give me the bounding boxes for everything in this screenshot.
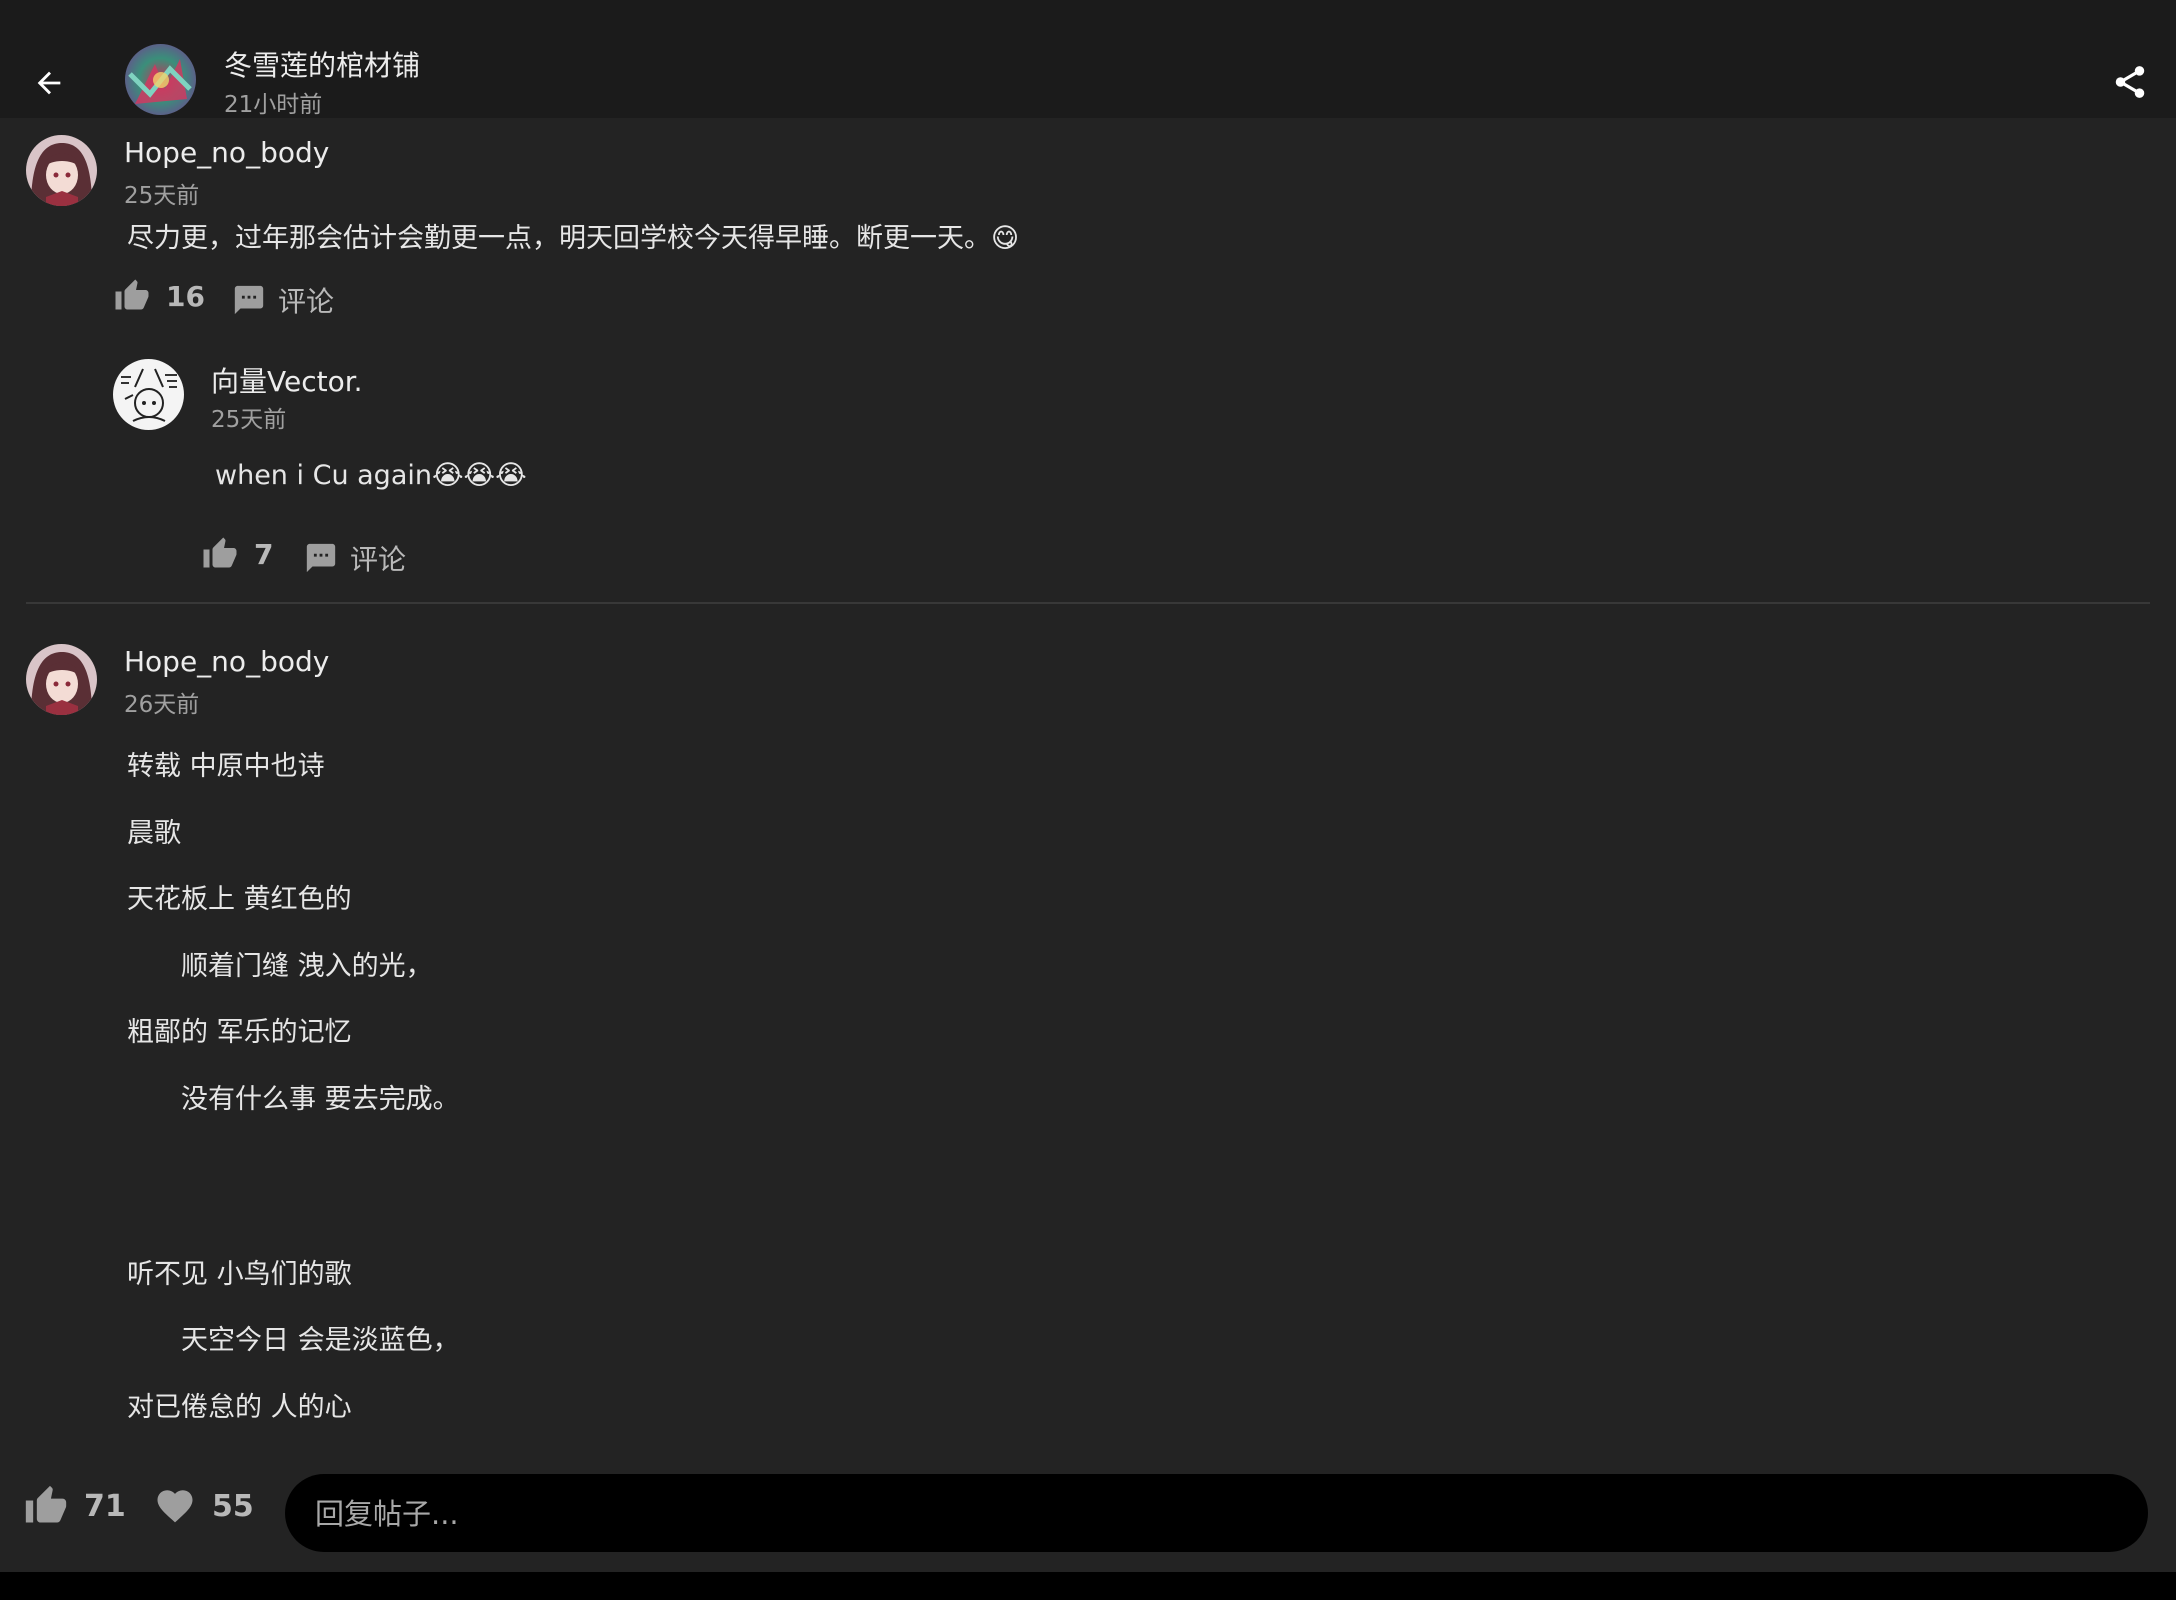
reply-like-button[interactable]: 7: [202, 536, 273, 572]
comment-time: 25天前: [124, 183, 200, 209]
poem-line: 听不见 小鸟们的歌: [127, 1259, 352, 1290]
post-time: 21小时前: [224, 92, 323, 118]
comment-divider: [26, 602, 2150, 604]
reply-time: 25天前: [211, 407, 287, 433]
author-avatar[interactable]: [125, 44, 196, 115]
heart-icon: [157, 1490, 193, 1523]
comment-time: 26天前: [124, 692, 200, 718]
comment-icon: [306, 543, 336, 573]
share-icon: [2115, 66, 2145, 98]
top-bar: 冬雪莲的棺材铺 21小时前: [0, 0, 2176, 118]
poem-line: 转载 中原中也诗: [127, 751, 325, 782]
commenter-name[interactable]: Hope_no_body: [124, 645, 329, 678]
poem-line: 没有什么事 要去完成。: [181, 1084, 460, 1115]
poem-line: 晨歌: [127, 818, 181, 849]
reply-comment-button[interactable]: 评论: [304, 538, 406, 578]
back-button[interactable]: [22, 56, 76, 110]
poem-line: 粗鄙的 军乐的记忆: [127, 1017, 352, 1048]
reply-avatar[interactable]: [113, 359, 184, 430]
post-like-count: 71: [84, 1488, 126, 1524]
post-detail-screen: 冬雪莲的棺材铺 21小时前 Hope_no_body 25天前 尽力更，过年那会…: [0, 0, 2176, 1600]
comment-label: 评论: [278, 285, 335, 318]
post-author-name[interactable]: 冬雪莲的棺材铺: [224, 44, 420, 84]
system-nav-bar: [0, 1572, 2176, 1600]
poem-line: 顺着门缝 洩入的光，: [181, 951, 433, 982]
back-arrow-icon: [37, 71, 61, 95]
share-button[interactable]: [2106, 58, 2154, 106]
reply-author-name[interactable]: 向量Vector.: [211, 360, 363, 400]
post-like-button[interactable]: 71: [24, 1484, 126, 1528]
commenter-avatar[interactable]: [26, 135, 97, 206]
poem-line: 天花板上 黄红色的: [127, 884, 352, 915]
commenter-name[interactable]: Hope_no_body: [124, 136, 329, 169]
poem-line: 对已倦怠的 人的心: [127, 1392, 352, 1423]
comment-label: 评论: [350, 543, 407, 576]
reply-input[interactable]: [313, 1474, 2117, 1554]
reply-text: when i Cu again😭😭😭: [215, 460, 527, 491]
reply-like-count: 7: [254, 537, 274, 571]
comment-reply-button[interactable]: 评论: [232, 280, 334, 320]
comment-text: 尽力更，过年那会估计会勤更一点，明天回学校今天得早睡。断更一天。😋: [127, 223, 1020, 254]
post-favorite-count: 55: [212, 1488, 254, 1524]
thumb-up-icon: [115, 279, 149, 310]
comment-like-button[interactable]: 16: [114, 278, 205, 314]
comment-like-count: 16: [166, 279, 205, 313]
poem-line: 天空今日 会是淡蓝色，: [181, 1325, 460, 1356]
thumb-up-icon: [25, 1485, 67, 1523]
thumb-up-icon: [203, 537, 237, 568]
post-favorite-button[interactable]: 55: [154, 1485, 254, 1527]
reply-input-container[interactable]: [285, 1474, 2148, 1554]
comment-icon: [234, 285, 264, 315]
commenter-avatar[interactable]: [26, 644, 97, 715]
